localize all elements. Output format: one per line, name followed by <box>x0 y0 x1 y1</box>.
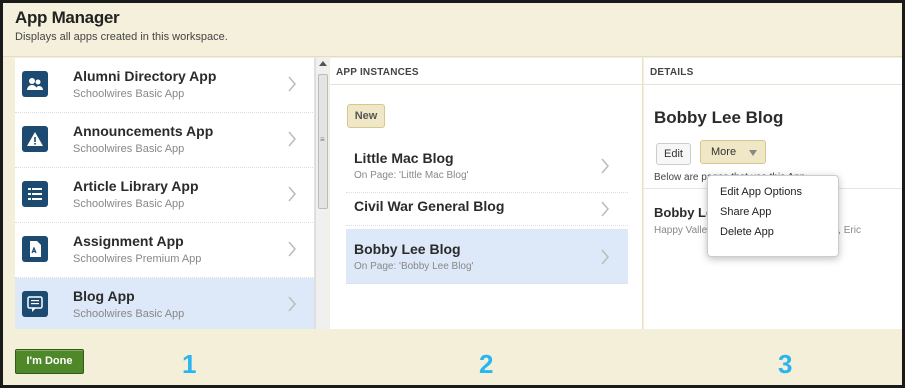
app-name: Article Library App <box>73 178 199 194</box>
page-title: App Manager <box>15 8 120 27</box>
done-button[interactable]: I'm Done <box>15 349 84 374</box>
chevron-right-icon <box>601 158 609 174</box>
chat-icon <box>22 291 48 317</box>
app-name: Assignment App <box>73 233 184 249</box>
app-item-announcements[interactable]: Announcements App Schoolwires Basic App <box>15 113 314 168</box>
chevron-right-icon <box>288 296 296 312</box>
apps-list: Alumni Directory App Schoolwires Basic A… <box>15 58 315 329</box>
menu-item-share-app[interactable]: Share App <box>720 202 826 222</box>
scroll-up-arrow-icon[interactable] <box>319 61 327 66</box>
app-name: Alumni Directory App <box>73 68 217 84</box>
scroll-thumb[interactable]: ≡ <box>318 74 328 209</box>
app-manager-window: App Manager Displays all apps created in… <box>0 0 905 388</box>
app-type: Schoolwires Basic App <box>73 308 185 320</box>
page-subtitle: Displays all apps created in this worksp… <box>15 31 228 43</box>
app-type: Schoolwires Premium App <box>73 253 202 265</box>
header: App Manager Displays all apps created in… <box>3 3 902 57</box>
app-type: Schoolwires Basic App <box>73 143 185 155</box>
chevron-right-icon <box>288 186 296 202</box>
menu-item-delete-app[interactable]: Delete App <box>720 222 826 242</box>
chevron-right-icon <box>601 201 609 217</box>
app-item-article-library[interactable]: Article Library App Schoolwires Basic Ap… <box>15 168 314 223</box>
step-number-1: 1 <box>182 349 197 379</box>
chevron-right-icon <box>288 76 296 92</box>
app-name: Announcements App <box>73 123 214 139</box>
footer: I'm Done 1 2 3 <box>3 329 902 385</box>
apps-scrollbar[interactable]: ≡ <box>315 58 329 329</box>
more-label: More <box>711 146 737 158</box>
list-icon <box>22 181 48 207</box>
instance-page: On Page: 'Bobby Lee Blog' <box>354 261 474 272</box>
app-item-alumni-directory[interactable]: Alumni Directory App Schoolwires Basic A… <box>15 58 314 113</box>
warning-icon <box>22 126 48 152</box>
details-header: DETAILS <box>644 58 902 85</box>
app-item-assignment[interactable]: Assignment App Schoolwires Premium App <box>15 223 314 278</box>
instance-item-bobby-lee[interactable]: Bobby Lee Blog On Page: 'Bobby Lee Blog' <box>346 229 628 284</box>
caret-down-icon <box>749 150 757 156</box>
menu-item-edit-app-options[interactable]: Edit App Options <box>720 182 826 202</box>
instances-header: APP INSTANCES <box>330 58 642 85</box>
more-dropdown-menu: Edit App Options Share App Delete App <box>707 175 839 257</box>
more-button[interactable]: More <box>700 140 766 164</box>
details-title: Bobby Lee Blog <box>654 108 784 127</box>
chevron-right-icon <box>288 131 296 147</box>
chevron-right-icon <box>288 241 296 257</box>
instance-item-civil-war[interactable]: Civil War General Blog <box>346 186 628 226</box>
grip-icon: ≡ <box>320 135 325 144</box>
step-number-3: 3 <box>778 349 793 379</box>
instance-name: Bobby Lee Blog <box>354 241 461 257</box>
step-number-2: 2 <box>479 349 494 379</box>
chevron-right-icon <box>601 249 609 265</box>
instance-page: On Page: 'Little Mac Blog' <box>354 170 469 181</box>
app-instances-panel: APP INSTANCES New Little Mac Blog On Pag… <box>330 58 643 329</box>
app-item-blog[interactable]: Blog App Schoolwires Basic App <box>15 278 314 329</box>
instance-item-little-mac[interactable]: Little Mac Blog On Page: 'Little Mac Blo… <box>346 138 628 193</box>
instance-name: Civil War General Blog <box>354 198 505 214</box>
document-icon <box>22 236 48 262</box>
app-name: Blog App <box>73 288 135 304</box>
instance-name: Little Mac Blog <box>354 150 454 166</box>
new-instance-button[interactable]: New <box>347 104 385 128</box>
app-type: Schoolwires Basic App <box>73 88 185 100</box>
edit-button[interactable]: Edit <box>656 143 691 165</box>
people-icon <box>22 71 48 97</box>
app-type: Schoolwires Basic App <box>73 198 185 210</box>
